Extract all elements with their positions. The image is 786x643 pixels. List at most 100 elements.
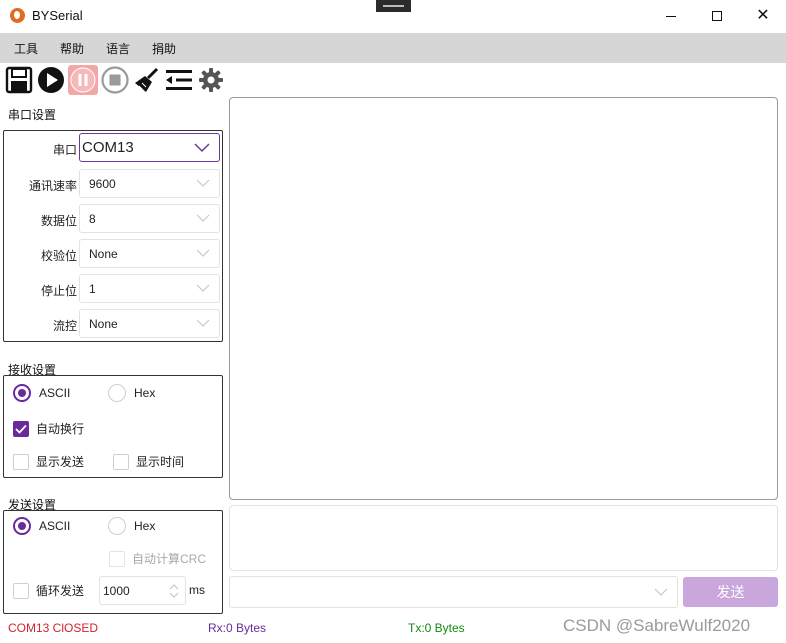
window-title: BYSerial (32, 8, 83, 23)
serial-settings-title: 串口设置 (8, 108, 57, 122)
send-history-select[interactable] (229, 576, 678, 608)
send-button[interactable]: 发送 (683, 577, 778, 607)
save-button[interactable] (4, 65, 34, 95)
checkbox-indicator (109, 550, 125, 567)
loop-interval-input[interactable]: 1000 (99, 576, 186, 605)
auto-crc-checkbox[interactable]: 自动计算CRC (109, 550, 206, 567)
menu-bar: 工具 帮助 语言 捐助 (0, 33, 786, 63)
data-bits-label: 数据位 (40, 214, 77, 228)
show-send-label: 显示发送 (36, 455, 85, 469)
chevron-down-icon (196, 249, 210, 257)
data-bits-select[interactable]: 8 (79, 204, 220, 233)
loop-send-label: 循环发送 (36, 584, 85, 598)
chevron-down-icon (196, 179, 210, 187)
flow-control-label: 流控 (52, 319, 77, 333)
chevron-down-icon (196, 284, 210, 292)
minimize-button[interactable] (648, 0, 694, 32)
send-settings-group: ASCII Hex 自动计算CRC 循环发送 1000 ms (3, 510, 223, 614)
settings-button[interactable] (196, 65, 226, 95)
loop-interval-value: 1000 (103, 583, 130, 598)
list-indent-icon (166, 70, 192, 90)
serial-settings-group: 串口 COM13 通讯速率 9600 数据位 8 校验位 None 停止位 1 … (3, 130, 223, 342)
receive-hex-radio[interactable]: Hex (108, 384, 155, 402)
clear-button[interactable] (132, 65, 162, 95)
start-button[interactable] (36, 65, 66, 95)
data-bits-value: 8 (89, 211, 96, 226)
play-icon (38, 67, 64, 93)
port-status: COM13 ClOSED (8, 621, 99, 635)
send-ascii-radio[interactable]: ASCII (13, 517, 70, 535)
menu-item-help[interactable]: 帮助 (60, 40, 84, 57)
parity-value: None (89, 246, 118, 261)
radio-indicator (13, 384, 31, 402)
port-select[interactable]: COM13 (79, 133, 220, 162)
auto-newline-checkbox[interactable]: 自动换行 (13, 420, 84, 437)
flow-control-value: None (89, 316, 118, 331)
menu-item-donate[interactable]: 捐助 (152, 40, 176, 57)
list-button[interactable] (164, 65, 194, 95)
stop-bits-select[interactable]: 1 (79, 274, 220, 303)
drag-handle[interactable] (376, 0, 411, 12)
loop-send-checkbox[interactable]: 循环发送 (13, 582, 84, 599)
spinner-arrows-icon[interactable] (169, 583, 179, 599)
pause-button[interactable] (68, 65, 98, 95)
clear-broom-icon (135, 67, 159, 92)
port-value: COM13 (82, 139, 134, 156)
receive-hex-label: Hex (134, 386, 156, 400)
tx-counter: Tx:0 Bytes (408, 621, 465, 635)
send-textarea[interactable] (229, 505, 778, 571)
app-logo-icon (10, 8, 25, 23)
send-ascii-label: ASCII (39, 519, 71, 533)
baud-label: 通讯速率 (28, 179, 77, 193)
toolbar (4, 64, 226, 96)
show-send-checkbox[interactable]: 显示发送 (13, 453, 84, 470)
menu-item-tools[interactable]: 工具 (14, 40, 38, 57)
checkbox-indicator (13, 582, 29, 599)
chevron-down-icon (196, 319, 210, 327)
title-bar: BYSerial ✕ (0, 0, 786, 32)
rx-counter: Rx:0 Bytes (208, 621, 267, 635)
auto-newline-label: 自动换行 (36, 422, 85, 436)
receive-settings-group: ASCII Hex 自动换行 显示发送 显示时间 (3, 375, 223, 478)
status-bar: COM13 ClOSED Rx:0 Bytes Tx:0 Bytes CSDN … (0, 615, 786, 643)
gear-icon (199, 68, 223, 92)
close-button[interactable]: ✕ (740, 0, 786, 32)
checkbox-indicator (13, 453, 29, 470)
watermark: CSDN @SabreWulf2020 (563, 616, 751, 635)
baud-select[interactable]: 9600 (79, 169, 220, 198)
stop-bits-label: 停止位 (40, 284, 77, 298)
auto-crc-label: 自动计算CRC (132, 552, 206, 566)
radio-indicator (13, 517, 31, 535)
send-hex-radio[interactable]: Hex (108, 517, 155, 535)
stop-button[interactable] (100, 65, 130, 95)
chevron-down-icon (196, 214, 210, 222)
menu-item-language[interactable]: 语言 (106, 40, 130, 57)
stop-icon (101, 66, 129, 94)
minimize-icon (666, 15, 676, 17)
show-time-label: 显示时间 (136, 455, 185, 469)
baud-value: 9600 (89, 176, 116, 191)
port-label: 串口 (52, 143, 77, 157)
maximize-icon (712, 11, 722, 21)
receive-textarea[interactable] (229, 97, 778, 500)
parity-label: 校验位 (40, 249, 77, 263)
show-time-checkbox[interactable]: 显示时间 (113, 453, 184, 470)
flow-control-select[interactable]: None (79, 309, 220, 338)
radio-indicator (108, 517, 126, 535)
send-hex-label: Hex (134, 519, 156, 533)
checkbox-indicator (113, 453, 129, 470)
save-icon (5, 66, 33, 94)
radio-indicator (108, 384, 126, 402)
interval-unit-label: ms (189, 583, 205, 597)
receive-ascii-radio[interactable]: ASCII (13, 384, 70, 402)
checkbox-indicator (13, 420, 29, 437)
chevron-down-icon (194, 143, 210, 153)
pause-icon (70, 67, 96, 93)
checkmark-icon (15, 424, 27, 434)
close-icon: ✕ (756, 7, 770, 24)
receive-ascii-label: ASCII (39, 386, 71, 400)
maximize-button[interactable] (694, 0, 740, 32)
parity-select[interactable]: None (79, 239, 220, 268)
chevron-down-icon (654, 588, 668, 596)
stop-bits-value: 1 (89, 281, 96, 296)
